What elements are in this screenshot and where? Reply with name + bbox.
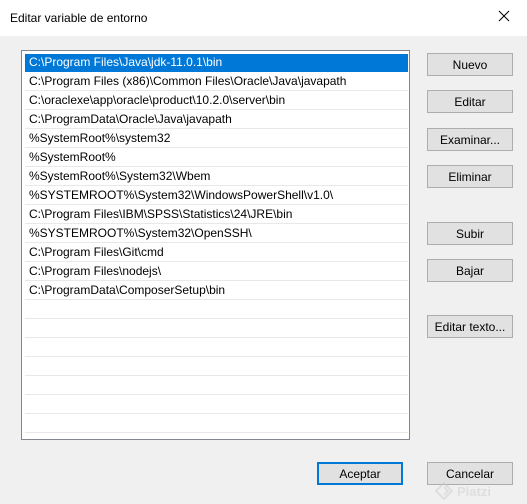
list-item[interactable] bbox=[25, 434, 408, 439]
list-item[interactable]: C:\Program Files\Java\jdk-11.0.1\bin bbox=[25, 54, 408, 72]
list-item[interactable]: %SystemRoot% bbox=[25, 149, 408, 167]
watermark: Platzi bbox=[435, 480, 525, 502]
move-down-button[interactable]: Bajar bbox=[427, 259, 513, 282]
list-item[interactable]: %SYSTEMROOT%\System32\OpenSSH\ bbox=[25, 225, 408, 243]
close-icon bbox=[498, 10, 510, 22]
browse-button[interactable]: Examinar... bbox=[427, 128, 513, 151]
move-up-button[interactable]: Subir bbox=[427, 222, 513, 245]
close-button[interactable] bbox=[481, 0, 527, 32]
accept-button[interactable]: Aceptar bbox=[317, 462, 403, 485]
list-item[interactable]: %SYSTEMROOT%\System32\WindowsPowerShell\… bbox=[25, 187, 408, 205]
edit-text-button[interactable]: Editar texto... bbox=[427, 315, 513, 338]
list-item[interactable]: C:\Program Files\nodejs\ bbox=[25, 263, 408, 281]
list-item[interactable] bbox=[25, 320, 408, 338]
list-item[interactable] bbox=[25, 377, 408, 395]
platzi-logo-icon bbox=[435, 482, 453, 500]
list-item[interactable]: C:\oraclexe\app\oracle\product\10.2.0\se… bbox=[25, 92, 408, 110]
delete-button[interactable]: Eliminar bbox=[427, 165, 513, 188]
list-item[interactable]: C:\ProgramData\ComposerSetup\bin bbox=[25, 282, 408, 300]
list-item[interactable] bbox=[25, 415, 408, 433]
window-title: Editar variable de entorno bbox=[10, 11, 148, 25]
new-button[interactable]: Nuevo bbox=[427, 53, 513, 76]
list-item[interactable] bbox=[25, 301, 408, 319]
path-list[interactable]: C:\Program Files\Java\jdk-11.0.1\bin C:\P… bbox=[21, 50, 410, 440]
list-item[interactable]: C:\ProgramData\Oracle\Java\javapath bbox=[25, 111, 408, 129]
list-item[interactable] bbox=[25, 339, 408, 357]
list-item[interactable]: C:\Program Files\Git\cmd bbox=[25, 244, 408, 262]
list-item[interactable] bbox=[25, 358, 408, 376]
list-item[interactable]: %SystemRoot%\System32\Wbem bbox=[25, 168, 408, 186]
title-bar: Editar variable de entorno bbox=[0, 0, 527, 36]
list-item[interactable] bbox=[25, 396, 408, 414]
list-item[interactable]: %SystemRoot%\system32 bbox=[25, 130, 408, 148]
edit-button[interactable]: Editar bbox=[427, 90, 513, 113]
list-item[interactable]: C:\Program Files\IBM\SPSS\Statistics\24\… bbox=[25, 206, 408, 224]
list-item[interactable]: C:\Program Files (x86)\Common Files\Orac… bbox=[25, 73, 408, 91]
watermark-text: Platzi bbox=[457, 483, 491, 499]
